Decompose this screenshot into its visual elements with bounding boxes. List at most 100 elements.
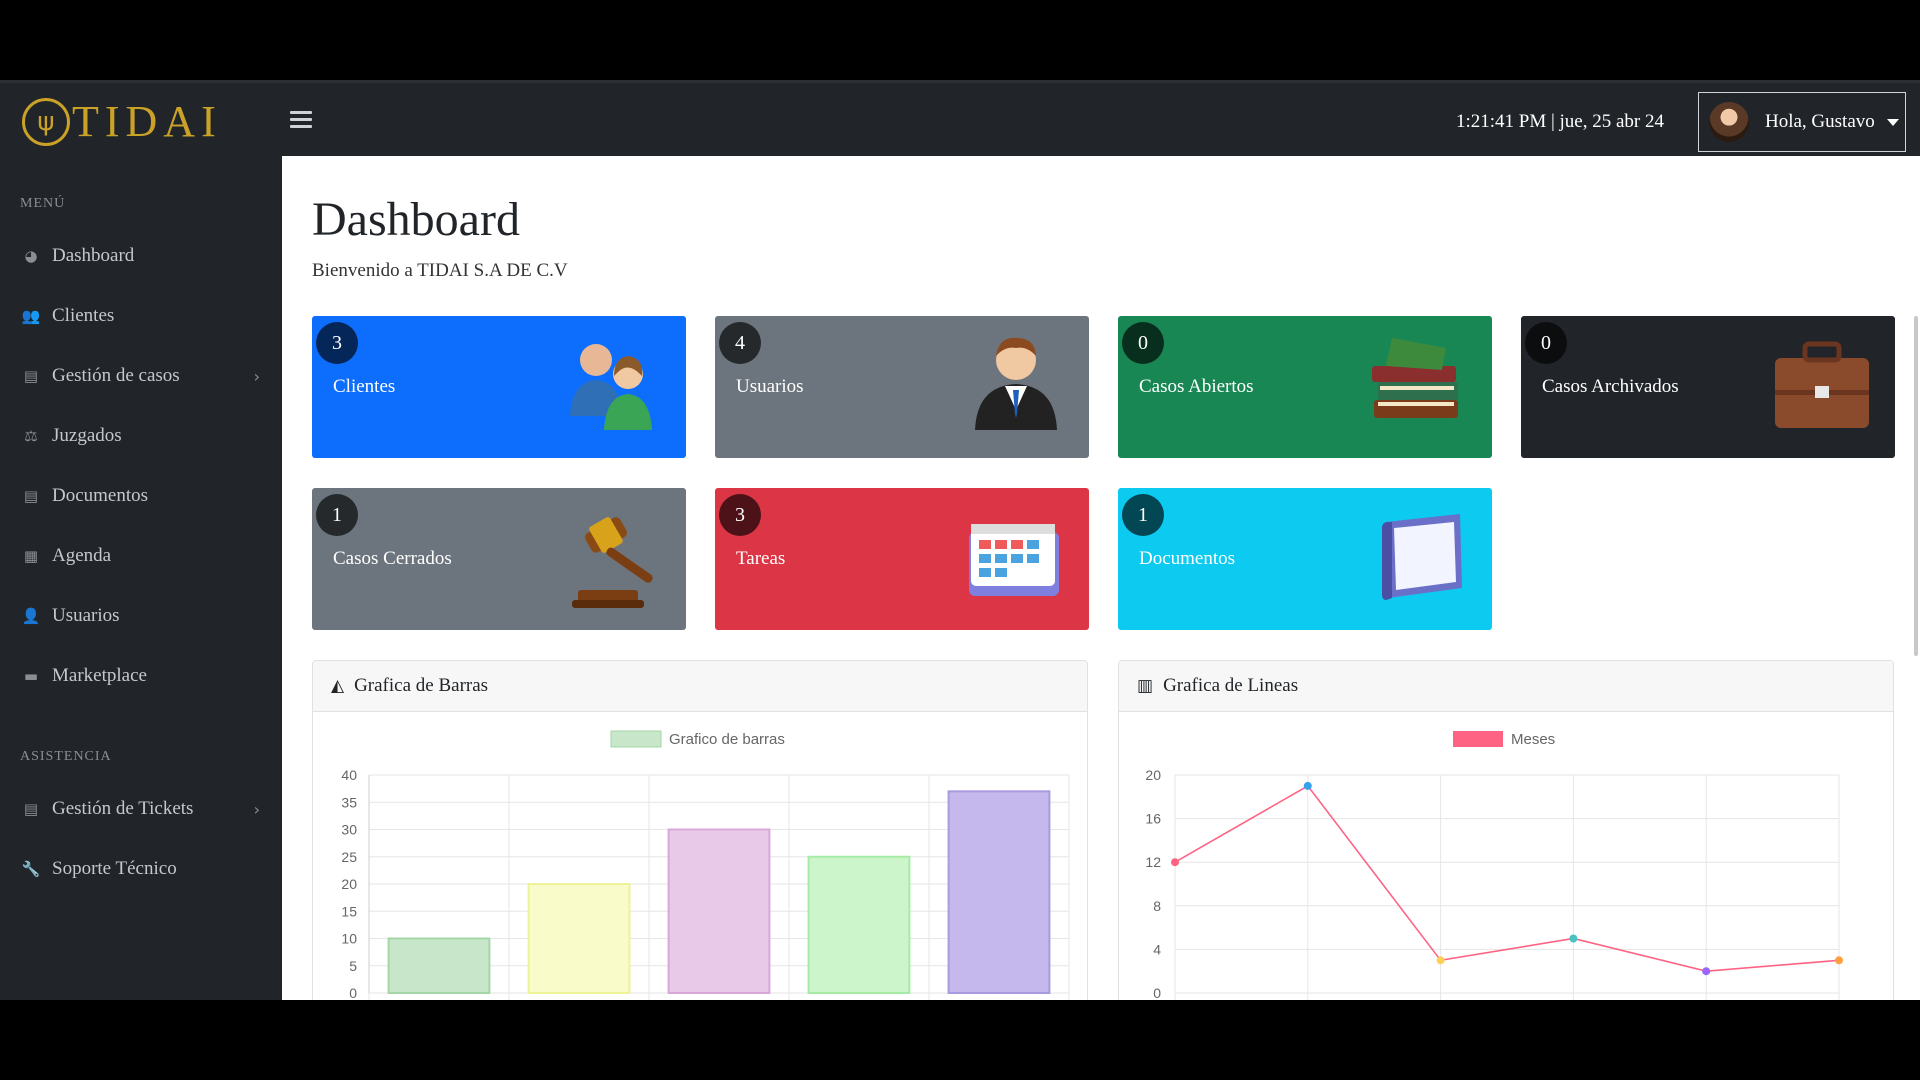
sidebar-item-label: Agenda	[52, 545, 112, 566]
caret-down-icon	[1886, 118, 1899, 126]
stat-card-6[interactable]: 1 Documentos	[1118, 488, 1492, 630]
sidebar-item-2[interactable]: ▤ Gestión de casos ›	[0, 356, 282, 396]
y-tick-label: 16	[1145, 811, 1161, 827]
y-tick-label: 0	[1153, 985, 1161, 1000]
logo-mark-icon: ψ	[22, 98, 70, 146]
stat-card-2[interactable]: 0 Casos Abiertos	[1118, 316, 1492, 458]
y-tick-label: 8	[1153, 898, 1161, 914]
legend-swatch	[610, 730, 662, 748]
sidebar-item-label: Soporte Técnico	[52, 858, 177, 879]
file-icon: ▤	[23, 367, 39, 385]
card-label: Clientes	[333, 376, 396, 397]
bar	[527, 883, 631, 994]
line-chart-header: ▥ Grafica de Lineas	[1119, 661, 1893, 712]
user-menu-button[interactable]: Hola, Gustavo	[1698, 92, 1906, 152]
sidebar-item-1[interactable]: 👥 Clientes	[0, 296, 282, 336]
sidebar-item-label: Dashboard	[52, 245, 135, 266]
line-chart-title: Grafica de Lineas	[1163, 675, 1299, 696]
card-count-badge: 3	[719, 494, 761, 536]
clients-icon	[570, 344, 652, 430]
card-label: Usuarios	[736, 376, 804, 397]
card-label: Casos Archivados	[1542, 376, 1679, 397]
y-tick-label: 40	[341, 767, 357, 783]
card-count-badge: 4	[719, 322, 761, 364]
bar-chart-panel: ◭ Grafica de Barras Grafico de barras 0 5 1…	[312, 660, 1088, 1000]
y-tick-label: 10	[341, 931, 357, 947]
y-tick-label: 35	[341, 794, 357, 810]
sidebar-item-8[interactable]: ▤ Gestión de Tickets ›	[0, 789, 282, 829]
sidebar-heading-assistance: ASISTENCIA	[20, 749, 112, 764]
line-point	[1569, 934, 1578, 943]
document-icon: ▤	[23, 487, 39, 505]
chevron-right-icon: ›	[253, 799, 260, 819]
main-content: Dashboard Bienvenido a TIDAI S.A DE C.V …	[282, 156, 1920, 1000]
card-label: Casos Abiertos	[1139, 376, 1254, 397]
brand-logo[interactable]: ψ TIDAI	[22, 97, 222, 147]
sidebar-item-3[interactable]: ⚖ Juzgados	[0, 416, 282, 456]
dashboard-icon: ◕	[24, 247, 38, 265]
stat-card-4[interactable]: 1 Casos Cerrados	[312, 488, 686, 630]
calendar-icon: ▦	[23, 547, 39, 565]
stat-card-5[interactable]: 3 Tareas	[715, 488, 1089, 630]
bar	[807, 855, 911, 994]
sidebar-item-5[interactable]: ▦ Agenda	[0, 536, 282, 576]
briefcase-icon	[1775, 341, 1869, 428]
wrench-icon: 🔧	[21, 860, 41, 878]
line-chart-panel: ▥ Grafica de Lineas Meses 0 4 8 12 16 20	[1118, 660, 1894, 1000]
books-icon	[1372, 338, 1458, 418]
sidebar-item-9[interactable]: 🔧 Soporte Técnico	[0, 849, 282, 889]
store-icon: ▬	[23, 667, 39, 685]
card-count-badge: 1	[316, 494, 358, 536]
sidebar-item-4[interactable]: ▤ Documentos	[0, 476, 282, 516]
calendar-icon	[969, 524, 1059, 596]
card-count-badge: 0	[1122, 322, 1164, 364]
sidebar-item-label: Usuarios	[52, 605, 120, 626]
y-tick-label: 5	[349, 958, 357, 974]
bar-chart-title: Grafica de Barras	[354, 675, 489, 696]
line-point	[1835, 956, 1843, 965]
sidebar-item-0[interactable]: ◕ Dashboard	[0, 236, 282, 276]
hamburger-menu-icon[interactable]	[290, 111, 312, 131]
top-navbar: ψ TIDAI 1:21:41 PM | jue, 25 abr 24 Hola…	[0, 80, 1920, 156]
y-tick-label: 15	[341, 903, 357, 919]
sidebar-item-7[interactable]: ▬ Marketplace	[0, 656, 282, 696]
scrollbar[interactable]	[1914, 316, 1918, 656]
line-point	[1303, 781, 1312, 790]
sidebar-heading-menu: MENÚ	[20, 196, 66, 211]
sidebar-item-label: Marketplace	[52, 665, 147, 686]
file-icon: ▤	[23, 800, 39, 818]
sidebar-item-label: Juzgados	[52, 425, 122, 446]
sidebar-item-label: Documentos	[52, 485, 149, 506]
stat-card-3[interactable]: 0 Casos Archivados	[1521, 316, 1895, 458]
card-label: Tareas	[736, 548, 786, 569]
users-icon: 👥	[21, 307, 41, 325]
legend-label: Grafico de barras	[669, 731, 785, 748]
bar-chart-header: ◭ Grafica de Barras	[313, 661, 1087, 712]
gavel-icon	[572, 517, 653, 608]
stat-card-0[interactable]: 3 Clientes	[312, 316, 686, 458]
logo-text: TIDAI	[72, 97, 222, 146]
y-tick-label: 30	[341, 822, 357, 838]
page-title: Dashboard	[312, 193, 520, 246]
line-point	[1702, 967, 1711, 976]
welcome-text: Bienvenido a TIDAI S.A DE C.V	[312, 260, 568, 281]
stat-card-1[interactable]: 4 Usuarios	[715, 316, 1089, 458]
bar-chart-icon: ▥	[1137, 676, 1154, 696]
user-greeting: Hola, Gustavo	[1765, 111, 1875, 132]
series-line	[1174, 784, 1840, 973]
folder-icon	[1382, 514, 1462, 600]
sidebar-item-6[interactable]: 👤 Usuarios	[0, 596, 282, 636]
sidebar-item-label: Clientes	[52, 305, 115, 326]
avatar	[1709, 102, 1749, 142]
y-tick-label: 25	[341, 849, 357, 865]
card-count-badge: 3	[316, 322, 358, 364]
scale-icon: ⚖	[24, 427, 38, 445]
sidebar: MENÚ ◕ Dashboard 👥 Clientes ▤ Gestión de caso…	[0, 156, 282, 1000]
legend-label: Meses	[1511, 731, 1555, 748]
y-tick-label: 20	[1145, 767, 1161, 783]
bar	[947, 790, 1051, 994]
card-count-badge: 0	[1525, 322, 1567, 364]
user-suit-icon	[975, 337, 1057, 430]
bar	[387, 937, 491, 994]
sidebar-item-label: Gestión de Tickets	[52, 798, 194, 819]
